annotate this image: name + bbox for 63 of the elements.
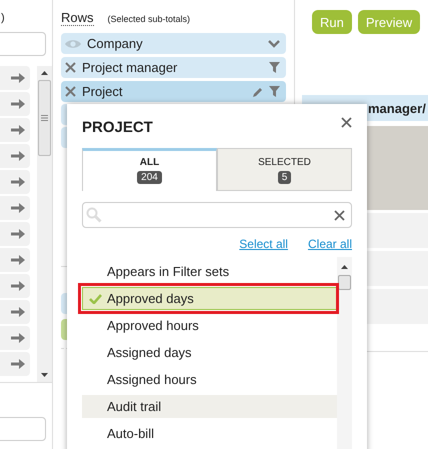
filter-icon[interactable] bbox=[269, 62, 280, 73]
list-item[interactable]: Approved hours bbox=[82, 314, 337, 337]
arrow-right-icon[interactable] bbox=[11, 307, 25, 317]
field-row[interactable] bbox=[0, 248, 30, 272]
scroll-down-icon[interactable] bbox=[41, 373, 48, 377]
selection-link[interactable]: Select all bbox=[239, 237, 288, 253]
field-row[interactable] bbox=[0, 196, 30, 220]
field-row[interactable] bbox=[0, 118, 30, 142]
field-row[interactable] bbox=[0, 300, 30, 324]
chevron-down-icon[interactable] bbox=[268, 40, 280, 48]
heading-fragment: ) bbox=[1, 11, 6, 26]
list-item[interactable]: Auto-bill bbox=[82, 422, 337, 445]
arrow-right-icon[interactable] bbox=[11, 359, 25, 369]
subtotals-note: (Selected sub-totals) bbox=[108, 14, 190, 24]
field-row[interactable] bbox=[0, 170, 30, 194]
rows-label: Rows bbox=[61, 10, 94, 26]
search-field[interactable] bbox=[82, 202, 352, 228]
close-icon[interactable] bbox=[341, 117, 352, 128]
list-item[interactable]: Audit trail bbox=[82, 395, 337, 418]
filter-tab[interactable]: ALL 204 bbox=[82, 148, 217, 191]
row-field-pill[interactable]: Project manager bbox=[61, 57, 286, 78]
scroll-thumb[interactable] bbox=[338, 275, 351, 290]
scroll-thumb[interactable] bbox=[38, 80, 51, 156]
field-row[interactable] bbox=[0, 92, 30, 116]
row-field-pill[interactable]: Project bbox=[61, 81, 286, 102]
arrow-right-icon[interactable] bbox=[11, 125, 25, 135]
close-icon[interactable] bbox=[65, 86, 76, 97]
arrow-right-icon[interactable] bbox=[11, 333, 25, 343]
scroll-up-icon[interactable] bbox=[341, 265, 348, 269]
filter-tab[interactable]: SELECTED 5 bbox=[217, 148, 352, 191]
list-item[interactable]: Assigned hours bbox=[82, 368, 337, 391]
column-header: manager/ bbox=[368, 100, 426, 116]
list-item[interactable]: Appears in Filter sets bbox=[82, 260, 337, 283]
text-field[interactable] bbox=[0, 32, 46, 56]
selection-link[interactable]: Clear all bbox=[308, 237, 352, 253]
list-item[interactable]: Assigned days bbox=[82, 341, 337, 364]
arrow-right-icon[interactable] bbox=[11, 151, 25, 161]
field-row[interactable] bbox=[0, 66, 30, 90]
arrow-right-icon[interactable] bbox=[11, 177, 25, 187]
field-row[interactable] bbox=[0, 222, 30, 246]
scrollbar[interactable] bbox=[337, 257, 352, 449]
pencil-icon[interactable] bbox=[253, 86, 263, 96]
field-row[interactable] bbox=[0, 326, 30, 350]
arrow-right-icon[interactable] bbox=[11, 229, 25, 239]
arrow-right-icon[interactable] bbox=[11, 99, 25, 109]
scrollbar[interactable] bbox=[37, 66, 52, 382]
field-row[interactable] bbox=[0, 144, 30, 168]
close-icon[interactable] bbox=[65, 62, 76, 73]
field-row[interactable] bbox=[0, 274, 30, 298]
field-row[interactable] bbox=[0, 352, 30, 376]
arrow-right-icon[interactable] bbox=[11, 255, 25, 265]
check-icon bbox=[89, 294, 102, 304]
text-field[interactable] bbox=[0, 417, 46, 441]
clear-icon[interactable] bbox=[334, 210, 345, 220]
arrow-right-icon[interactable] bbox=[11, 203, 25, 213]
scroll-up-icon[interactable] bbox=[41, 71, 48, 75]
popup-title: PROJECT bbox=[82, 119, 153, 136]
arrow-right-icon[interactable] bbox=[11, 281, 25, 291]
search-icon bbox=[86, 207, 102, 223]
filter-icon[interactable] bbox=[269, 86, 280, 97]
arrow-right-icon[interactable] bbox=[11, 73, 25, 83]
list-item[interactable]: Approved days bbox=[82, 287, 337, 310]
row-field-pill[interactable]: Company bbox=[61, 33, 286, 54]
